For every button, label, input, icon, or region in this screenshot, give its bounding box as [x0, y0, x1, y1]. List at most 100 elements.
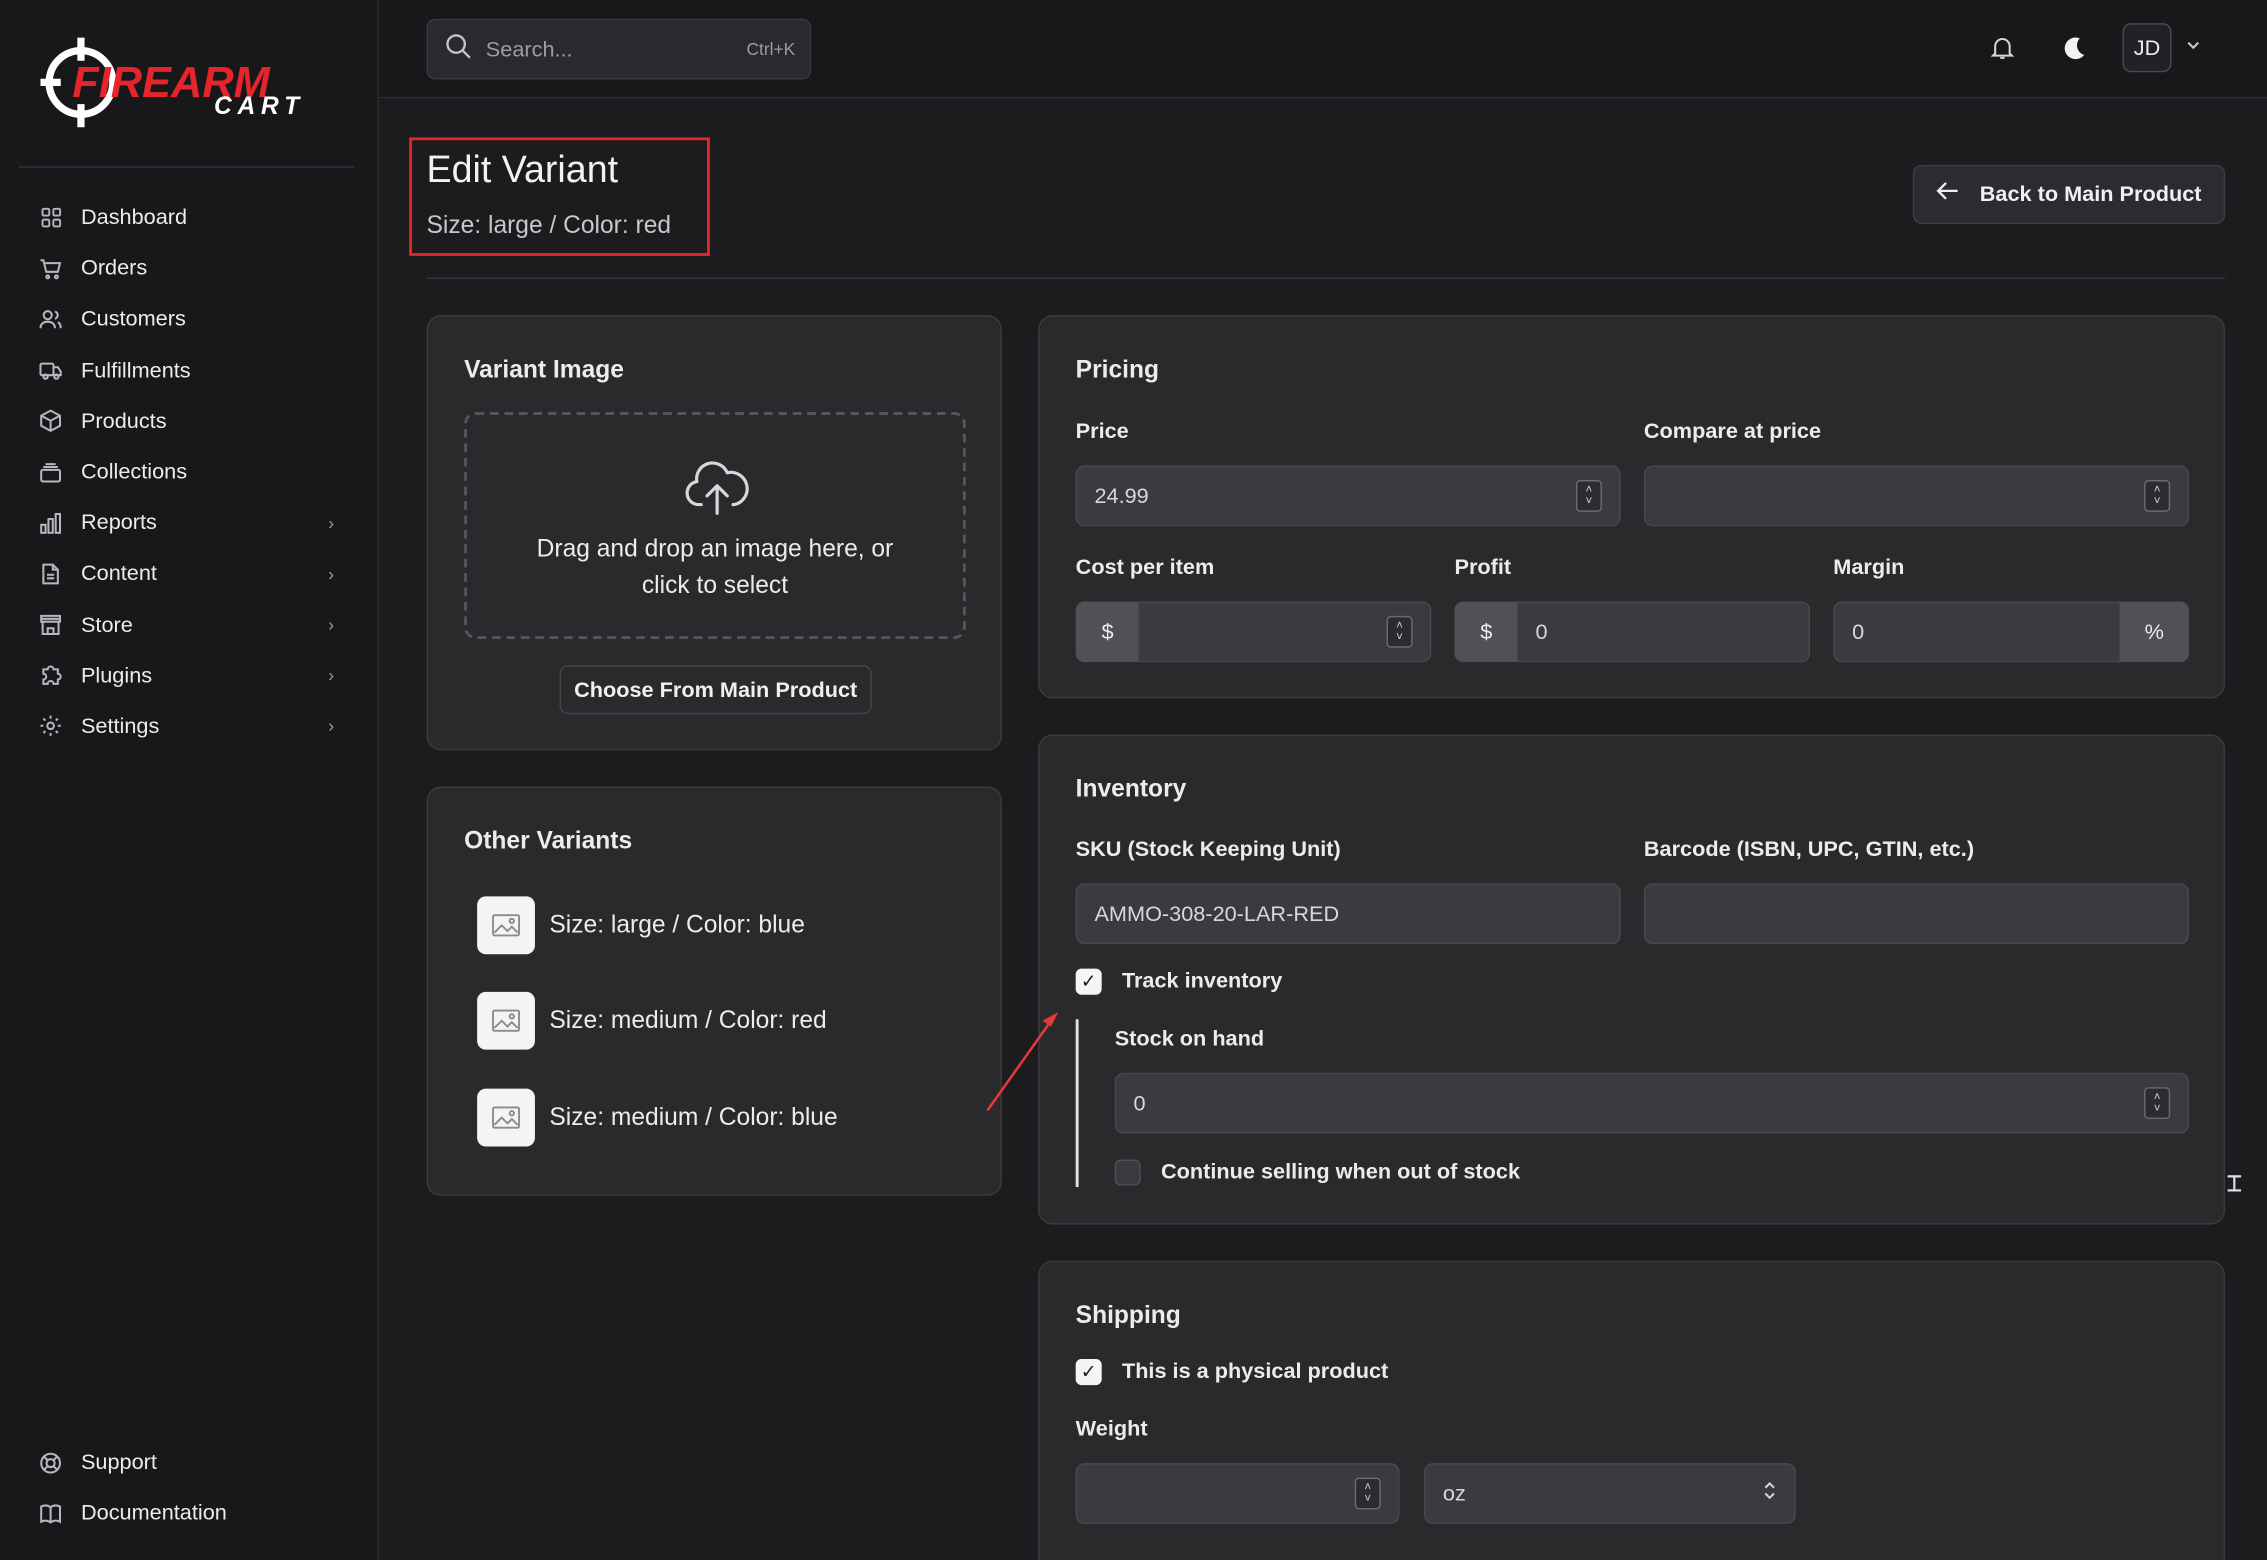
search-icon [445, 33, 471, 66]
pricing-title: Pricing [1075, 355, 1159, 384]
avatar[interactable]: JD [2122, 23, 2172, 73]
cost-per-item-label: Cost per item [1075, 555, 1215, 580]
chevron-right-icon: › [328, 716, 334, 737]
sidebar-item-settings[interactable]: Settings › [19, 701, 354, 752]
sku-label: SKU (Stock Keeping Unit) [1075, 837, 1341, 862]
annotation-arrow-icon [986, 1012, 1059, 1112]
sidebar-item-documentation[interactable]: Documentation [19, 1488, 354, 1539]
other-variants-title: Other Variants [464, 826, 633, 855]
sidebar-item-label: Customers [80, 307, 186, 332]
stock-on-hand-value: 0 [1133, 1090, 1146, 1116]
search-input[interactable]: Search... Ctrl+K [426, 18, 812, 80]
sku-field[interactable]: AMMO-308-20-LAR-RED [1075, 883, 1621, 945]
sidebar-item-label: Collections [80, 459, 188, 485]
variant-link-label: Size: medium / Color: red [549, 1006, 827, 1034]
physical-product-checkbox[interactable]: ✓ [1075, 1359, 1102, 1386]
other-variants-card: Other Variants Size: large / Color: blue… [426, 786, 1002, 1196]
sidebar-item-label: Support [80, 1450, 157, 1475]
price-field[interactable]: 24.99 ˄ ˅ [1075, 465, 1621, 527]
weight-label: Weight [1075, 1416, 1148, 1442]
sidebar-item-plugins[interactable]: Plugins › [19, 650, 354, 701]
barcode-label: Barcode (ISBN, UPC, GTIN, etc.) [1643, 837, 1975, 862]
text-cursor-icon: ⌶ [2226, 1168, 2243, 1199]
profit-field: 0 [1516, 601, 1811, 663]
sidebar-nav: Dashboard Orders Customers Fulfillments … [19, 192, 354, 752]
dropzone-text: Drag and drop an image here, or click to… [467, 531, 963, 603]
select-chevrons-icon [1762, 1479, 1776, 1508]
box-icon [39, 409, 62, 433]
back-button-label: Back to Main Product [1979, 182, 2202, 207]
sidebar-item-fulfillments[interactable]: Fulfillments [19, 345, 354, 396]
sidebar-item-products[interactable]: Products [19, 396, 354, 447]
choose-from-main-product-button[interactable]: Choose From Main Product [559, 665, 872, 715]
moon-icon[interactable] [2059, 32, 2091, 64]
sidebar-item-label: Plugins [80, 663, 153, 688]
barcode-field[interactable] [1643, 883, 2189, 945]
sidebar-item-label: Fulfillments [80, 358, 191, 383]
search-placeholder: Search... [485, 36, 573, 62]
sidebar-item-label: Orders [80, 256, 148, 281]
sidebar-item-orders[interactable]: Orders [19, 243, 354, 294]
profit-label: Profit [1454, 555, 1512, 580]
chevron-down-icon[interactable] [2186, 36, 2200, 56]
sidebar-item-content[interactable]: Content › [19, 548, 354, 599]
pricing-card: Pricing Price 24.99 ˄ ˅ Compare at price … [1038, 315, 2226, 699]
page-subtitle: Size: large / Color: red [426, 211, 672, 239]
number-stepper-icon[interactable]: ˄ ˅ [1575, 480, 1602, 512]
number-stepper-icon[interactable]: ˄ ˅ [2144, 480, 2171, 512]
layers-icon [39, 461, 62, 484]
sidebar-item-dashboard[interactable]: Dashboard [19, 192, 354, 243]
bell-icon[interactable] [1987, 32, 2019, 64]
sku-value: AMMO-308-20-LAR-RED [1094, 901, 1340, 927]
sidebar-item-collections[interactable]: Collections [19, 447, 354, 498]
number-stepper-icon[interactable]: ˄ ˅ [1386, 615, 1413, 648]
cost-per-item-field[interactable]: ˄ ˅ [1137, 601, 1432, 663]
variant-link[interactable]: Size: large / Color: blue [477, 895, 805, 956]
sidebar: FIREARM CART Dashboard Orders Customers … [0, 0, 379, 1560]
variant-image-title: Variant Image [464, 355, 624, 384]
header-divider [426, 277, 2226, 280]
cart-icon [39, 257, 62, 280]
sidebar-item-support[interactable]: Support [19, 1437, 354, 1488]
back-to-main-product-button[interactable]: Back to Main Product [1912, 164, 2226, 225]
truck-icon [39, 359, 62, 382]
stock-on-hand-field[interactable]: 0 ˄ ˅ [1114, 1072, 2189, 1134]
shipping-card: Shipping ✓ This is a physical product We… [1038, 1260, 2226, 1560]
currency-addon: $ [1075, 601, 1140, 663]
grid-icon [39, 206, 62, 229]
sidebar-item-reports[interactable]: Reports › [19, 498, 354, 549]
margin-field: 0 [1833, 601, 2121, 663]
page-title: Edit Variant [426, 147, 619, 191]
variant-link[interactable]: Size: medium / Color: blue [477, 1087, 838, 1148]
track-inventory-checkbox[interactable]: ✓ [1075, 968, 1102, 995]
sidebar-item-label: Store [80, 612, 133, 638]
puzzle-icon [39, 664, 62, 687]
variant-image-card: Variant Image Drag and drop an image her… [426, 315, 1002, 751]
dropzone-text-line-2: click to select [641, 571, 789, 599]
margin-label: Margin [1833, 555, 1905, 580]
dropzone-text-line-1: Drag and drop an image here, or [536, 534, 894, 563]
price-value: 24.99 [1094, 483, 1149, 509]
compare-at-price-label: Compare at price [1643, 419, 1822, 444]
variant-link[interactable]: Size: medium / Color: red [477, 990, 827, 1051]
sidebar-divider [18, 166, 355, 168]
number-stepper-icon[interactable]: ˄ ˅ [2144, 1087, 2171, 1120]
image-placeholder-icon [477, 991, 535, 1050]
image-dropzone[interactable]: Drag and drop an image here, or click to… [464, 412, 966, 640]
sidebar-item-label: Documentation [80, 1501, 227, 1526]
weight-field[interactable]: ˄ ˅ [1075, 1463, 1400, 1524]
sidebar-item-customers[interactable]: Customers [19, 294, 354, 345]
weight-unit-select[interactable]: oz [1424, 1463, 1796, 1524]
compare-at-price-field[interactable]: ˄ ˅ [1643, 465, 2189, 527]
stock-section-indicator [1075, 1019, 1079, 1188]
sidebar-item-store[interactable]: Store › [19, 599, 354, 650]
firearm-cart-logo[interactable]: FIREARM CART [38, 32, 327, 133]
inventory-card: Inventory SKU (Stock Keeping Unit) AMMO-… [1038, 734, 2226, 1225]
continue-selling-checkbox[interactable] [1114, 1159, 1141, 1186]
sidebar-item-label: Products [80, 408, 167, 434]
number-stepper-icon[interactable]: ˄ ˅ [1354, 1477, 1381, 1510]
main-content: Edit Variant Size: large / Color: red Ba… [378, 98, 2267, 1560]
chevron-right-icon: › [328, 512, 334, 534]
topbar: Search... Ctrl+K JD [378, 0, 2267, 99]
arrow-left-icon [1936, 181, 1959, 208]
